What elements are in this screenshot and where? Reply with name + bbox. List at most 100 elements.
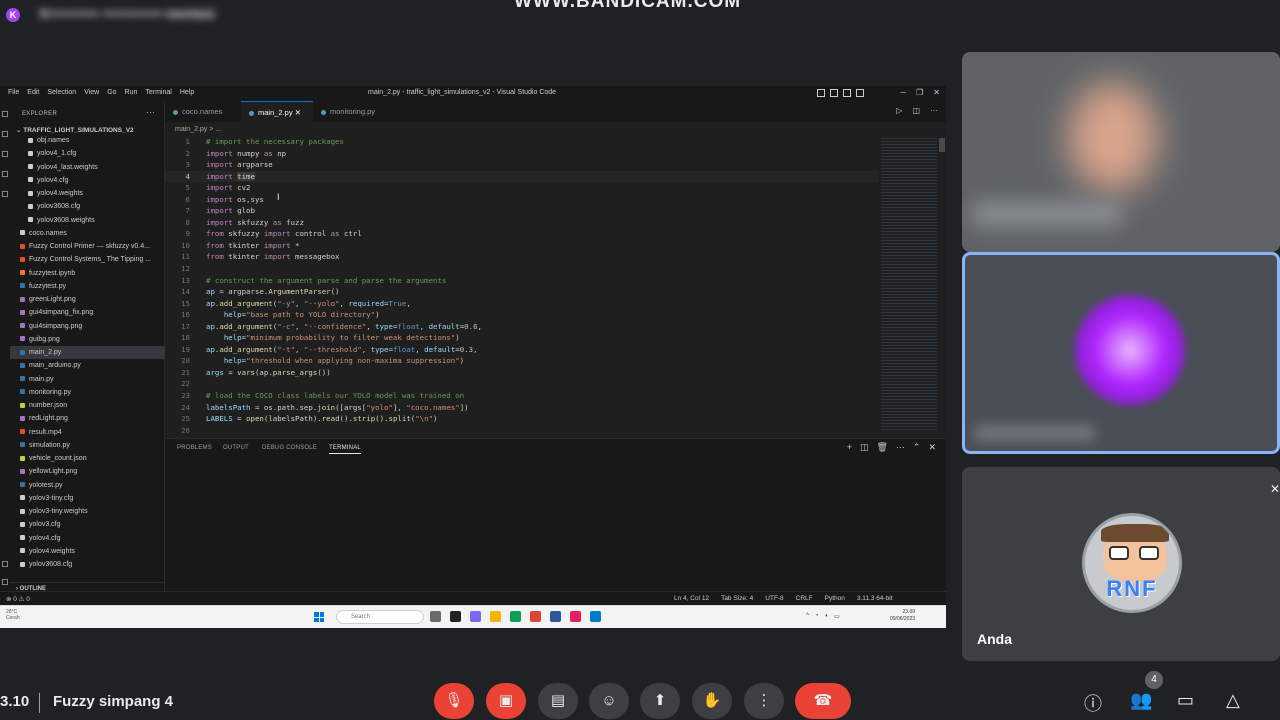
code-editor[interactable]: 1 # import the necessary packages 2 import … xyxy=(165,136,879,435)
code-line[interactable]: 6 import os,sys xyxy=(165,194,879,206)
chrome-icon[interactable] xyxy=(530,611,541,622)
status-item[interactable]: Python xyxy=(825,595,845,602)
file-item[interactable]: number.json xyxy=(10,399,165,412)
explorer-more-icon[interactable]: ··· xyxy=(146,107,155,117)
code-line[interactable]: 3 import argparse xyxy=(165,159,879,171)
weather-widget[interactable]: 28°C Cerah xyxy=(6,609,20,621)
raise-hand-button[interactable]: ✋ xyxy=(692,683,732,719)
code-line[interactable]: 16 help="base path to YOLO directory") xyxy=(165,309,879,321)
breadcrumb[interactable]: main_2.py > ... xyxy=(175,126,221,133)
menu-item-help[interactable]: Help xyxy=(180,89,194,96)
activities-icon[interactable]: △ xyxy=(1226,690,1240,711)
new-terminal-icon[interactable]: + xyxy=(847,442,852,453)
code-line[interactable]: 2 import numpy as np xyxy=(165,148,879,160)
status-item[interactable]: CRLF xyxy=(796,595,813,602)
chevron-up-icon[interactable]: ^ xyxy=(806,613,809,620)
file-item[interactable]: yolov4.weights xyxy=(10,187,165,200)
panel-tab-output[interactable]: OUTPUT xyxy=(223,445,249,451)
file-item[interactable]: guibg.png xyxy=(10,333,165,346)
split-terminal-icon[interactable]: ◫ xyxy=(860,442,869,453)
run-file-icon[interactable]: ▷ xyxy=(896,106,902,115)
taskbar-search[interactable]: Search xyxy=(336,610,424,624)
minimize-icon[interactable]: ─ xyxy=(900,88,906,97)
app-icon[interactable] xyxy=(450,611,461,622)
run-debug-icon[interactable] xyxy=(2,171,8,177)
taskbar-clock[interactable]: 23.09 09/06/2023 xyxy=(890,609,915,623)
people-icon[interactable]: 👥 xyxy=(1130,690,1152,711)
file-item[interactable]: simulation.py xyxy=(10,439,165,452)
more-actions-icon[interactable]: ··· xyxy=(930,106,938,115)
tab-main-2-py[interactable]: main_2.py ✕ xyxy=(241,101,313,122)
search-icon[interactable] xyxy=(2,131,8,137)
more-actions-icon[interactable]: ··· xyxy=(896,442,905,453)
tab-coco-names[interactable]: coco.names xyxy=(165,101,241,122)
toggle-sidebar-icon[interactable] xyxy=(817,89,825,97)
code-line[interactable]: 5 import cv2 xyxy=(165,182,879,194)
file-item[interactable]: yolov3-tiny.cfg xyxy=(10,492,165,505)
code-line[interactable]: 1 # import the necessary packages xyxy=(165,136,879,148)
customize-layout-icon[interactable] xyxy=(856,89,864,97)
toggle-secondary-sidebar-icon[interactable] xyxy=(843,89,851,97)
edge-icon[interactable] xyxy=(510,611,521,622)
close-icon[interactable]: ✕ xyxy=(933,88,940,97)
code-line[interactable]: 13 # construct the argument parse and par… xyxy=(165,275,879,287)
file-item[interactable]: monitoring.py xyxy=(10,386,165,399)
problems-status[interactable]: ⊗ 0 ⚠ 0 xyxy=(6,595,30,603)
file-item[interactable]: result.mp4 xyxy=(10,426,165,439)
file-item[interactable]: vehicle_count.json xyxy=(10,452,165,465)
menu-item-run[interactable]: Run xyxy=(125,89,138,96)
file-item[interactable]: yolov3.cfg xyxy=(10,518,165,531)
code-line[interactable]: 14 ap = argparse.ArgumentParser() xyxy=(165,286,879,298)
file-item[interactable]: yolov4_1.cfg xyxy=(10,147,165,160)
menu-item-selection[interactable]: Selection xyxy=(47,89,76,96)
file-item[interactable]: main_arduino.py xyxy=(10,359,165,372)
task-view-icon[interactable] xyxy=(430,611,441,622)
file-item[interactable]: yolov4.weights xyxy=(10,545,165,558)
project-folder[interactable]: ⌄ TRAFFIC_LIGHT_SIMULATIONS_V2 xyxy=(16,126,134,134)
menu-item-edit[interactable]: Edit xyxy=(27,89,39,96)
menu-item-file[interactable]: File xyxy=(8,89,19,96)
code-line[interactable]: 19 ap.add_argument("-t", "--threshold", t… xyxy=(165,344,879,356)
meeting-info-icon[interactable]: ⓘ xyxy=(1084,690,1102,716)
status-item[interactable]: UTF-8 xyxy=(765,595,783,602)
code-line[interactable]: 9 from skfuzzy import control as ctrl xyxy=(165,228,879,240)
account-icon[interactable] xyxy=(2,561,8,567)
close-panel-icon[interactable]: ✕ xyxy=(928,442,936,453)
vscode-icon[interactable] xyxy=(590,611,601,622)
code-line[interactable]: 18 help="minimum probability to filter w… xyxy=(165,332,879,344)
settings-gear-icon[interactable] xyxy=(2,579,8,585)
volume-icon[interactable]: ◖ xyxy=(824,613,828,620)
leave-call-button[interactable]: ☎ xyxy=(795,683,851,719)
menu-item-view[interactable]: View xyxy=(84,89,99,96)
file-item[interactable]: coco.names xyxy=(10,227,165,240)
participant-tile[interactable] xyxy=(962,52,1280,252)
minimap[interactable] xyxy=(881,136,937,431)
code-line[interactable]: 12 xyxy=(165,263,879,275)
file-item[interactable]: main_2.py xyxy=(10,346,165,360)
chat-icon[interactable]: ▭ xyxy=(1177,690,1194,711)
file-item[interactable]: fuzzytest.ipynb xyxy=(10,267,165,280)
code-line[interactable]: 7 import glob xyxy=(165,205,879,217)
camera-off-button[interactable]: ▣ xyxy=(486,683,526,719)
panel-tab-problems[interactable]: PROBLEMS xyxy=(177,445,212,451)
trash-icon[interactable]: 🗑 xyxy=(876,442,887,453)
panel-tab-debug-console[interactable]: DEBUG CONSOLE xyxy=(262,445,317,451)
captions-button[interactable]: ▤ xyxy=(538,683,578,719)
code-line[interactable]: 22 xyxy=(165,378,879,390)
file-item[interactable]: yolov3608.weights xyxy=(10,214,165,227)
extensions-icon[interactable] xyxy=(2,191,8,197)
code-line[interactable]: 25 LABELS = open(labelsPath).read().strip… xyxy=(165,413,879,425)
windows-start-icon[interactable] xyxy=(314,612,324,622)
panel-tab-terminal[interactable]: TERMINAL xyxy=(329,445,361,454)
code-line[interactable]: 21 args = vars(ap.parse_args()) xyxy=(165,367,879,379)
code-line[interactable]: 24 labelsPath = os.path.sep.join([args["y… xyxy=(165,402,879,414)
code-line[interactable]: 17 ap.add_argument("-c", "--confidence", … xyxy=(165,321,879,333)
file-item[interactable]: Fuzzy Control Primer — skfuzzy v0.4... xyxy=(10,240,165,253)
mic-off-button[interactable]: 🎙 xyxy=(434,683,474,719)
file-item[interactable]: fuzzytest.py xyxy=(10,280,165,293)
battery-icon[interactable]: ▭ xyxy=(834,613,840,620)
store-icon[interactable] xyxy=(550,611,561,622)
code-line[interactable]: 15 ap.add_argument("-y", "--yolo", requir… xyxy=(165,298,879,310)
file-item[interactable]: yolov3608.cfg xyxy=(10,200,165,213)
file-item[interactable]: main.py xyxy=(10,373,165,386)
